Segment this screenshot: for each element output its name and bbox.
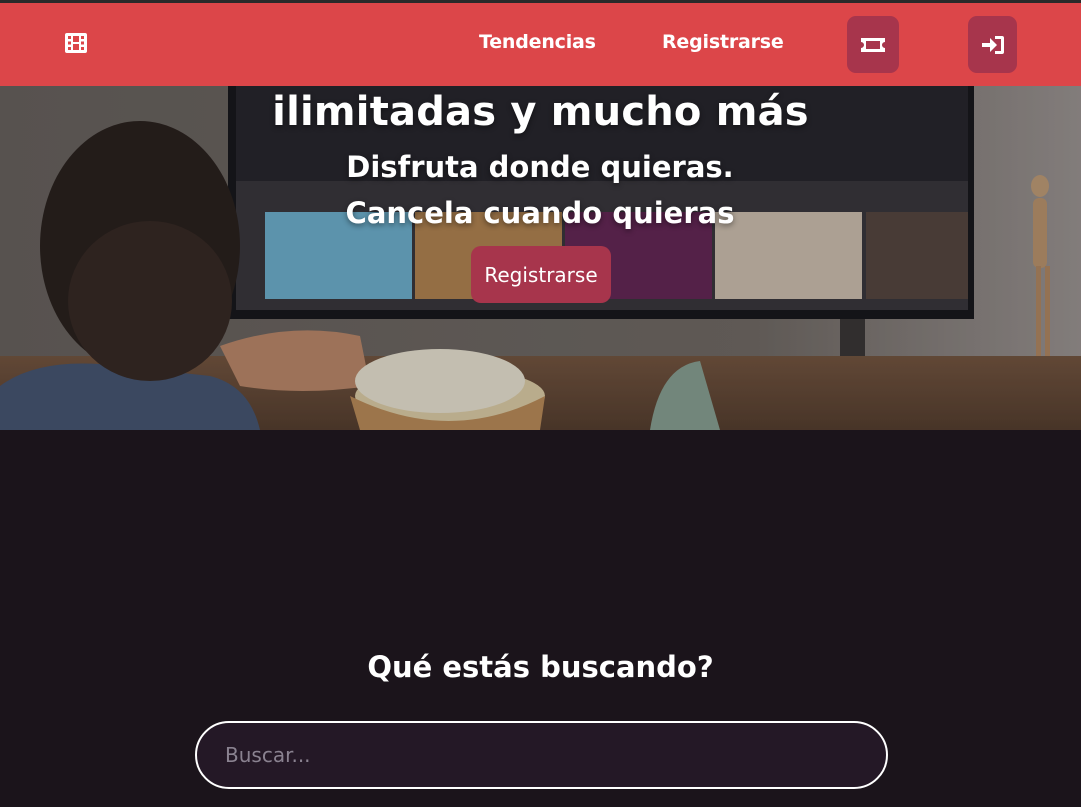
hero-title: ilimitadas y mucho más (272, 89, 809, 135)
ticket-button[interactable] (847, 16, 899, 73)
sign-in-icon (981, 35, 1004, 54)
navbar: Tendencias Registrarse (0, 3, 1081, 86)
search-title: Qué estás buscando? (367, 650, 714, 684)
ticket-icon (861, 37, 885, 52)
window-top-border (0, 0, 1081, 3)
hero-subtitle: Disfruta donde quieras. Cancela cuando q… (345, 150, 735, 230)
hero-banner: ilimitadas y mucho más Disfruta donde qu… (0, 86, 1081, 430)
nav-link-tendencias[interactable]: Tendencias (479, 31, 596, 53)
hero-register-button[interactable]: Registrarse (471, 246, 611, 303)
login-button[interactable] (968, 16, 1017, 73)
nav-link-registrarse[interactable]: Registrarse (662, 31, 784, 53)
search-input[interactable] (195, 721, 888, 789)
film-icon[interactable] (64, 32, 88, 54)
